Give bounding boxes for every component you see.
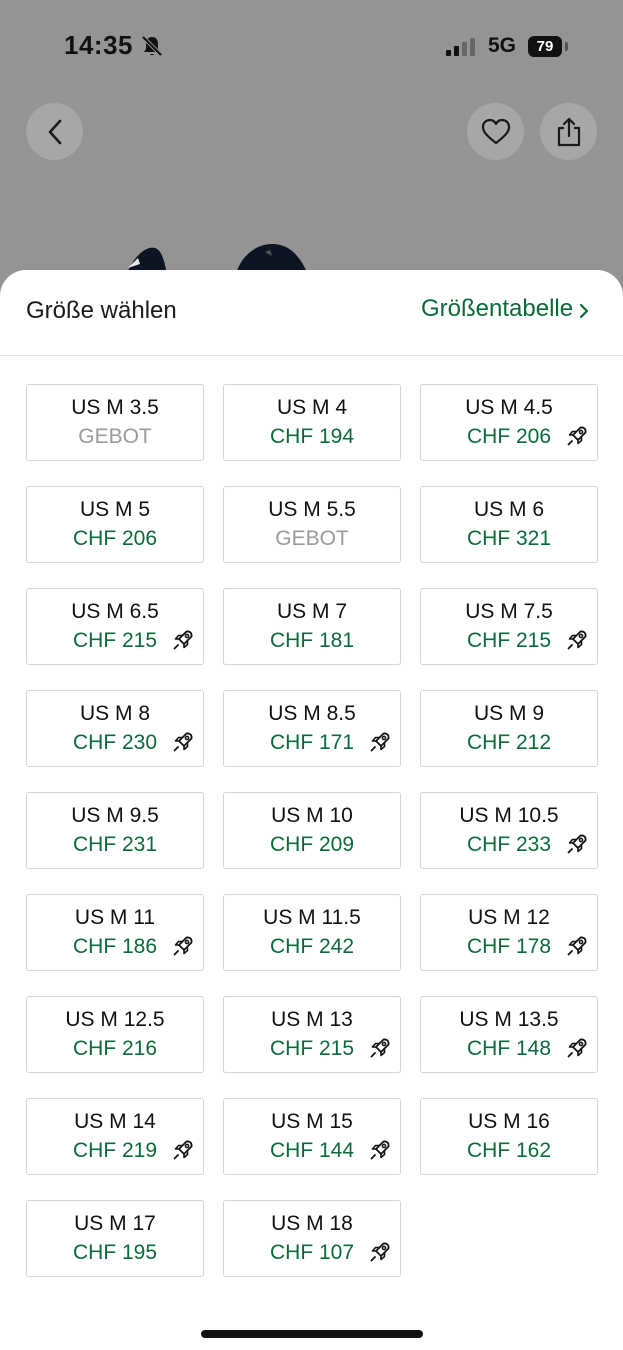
size-option[interactable]: US M 6 CHF 321 [420,486,598,563]
size-label: US M 15 [271,1110,353,1133]
rocket-icon [567,936,587,956]
size-label: US M 14 [74,1110,156,1133]
size-label: US M 10 [271,804,353,827]
size-option[interactable]: US M 9 CHF 212 [420,690,598,767]
size-option[interactable]: US M 15 CHF 144 [223,1098,401,1175]
price-label: CHF 231 [72,833,158,856]
bid-label: GEBOT [78,425,152,448]
size-option[interactable]: US M 11.5 CHF 242 [223,894,401,971]
price-label: CHF 216 [72,1037,158,1060]
signal-icon [446,38,475,56]
size-label: US M 17 [74,1212,156,1235]
battery-cap [565,42,568,51]
size-label: US M 12 [468,906,550,929]
size-label: US M 18 [271,1212,353,1235]
size-label: US M 8.5 [268,702,356,725]
back-button[interactable] [26,103,83,160]
size-option[interactable]: US M 12.5 CHF 216 [26,996,204,1073]
size-option[interactable]: US M 9.5 CHF 231 [26,792,204,869]
price-label: CHF 242 [269,935,355,958]
size-label: US M 3.5 [71,396,159,419]
size-option[interactable]: US M 10.5 CHF 233 [420,792,598,869]
size-option[interactable]: US M 4 CHF 194 [223,384,401,461]
size-label: US M 13 [271,1008,353,1031]
size-label: US M 7 [276,600,347,623]
size-option[interactable]: US M 7.5 CHF 215 [420,588,598,665]
size-label: US M 12.5 [65,1008,165,1031]
size-option[interactable]: US M 11 CHF 186 [26,894,204,971]
size-grid: US M 3.5 GEBOT US M 4 CHF 194 US M 4.5 CHF 20… [26,384,598,1277]
size-option[interactable]: US M 3.5 GEBOT [26,384,204,461]
rocket-icon [567,630,587,650]
size-label: US M 5.5 [268,498,356,521]
size-label: US M 4 [276,396,347,419]
rocket-icon [567,1038,587,1058]
sheet-title: Größe wählen [26,297,177,324]
price-label: CHF 321 [466,527,552,550]
network-label: 5G [488,34,517,57]
size-label: US M 13.5 [459,1008,559,1031]
size-label: US M 7.5 [465,600,553,623]
size-option[interactable]: US M 13.5 CHF 148 [420,996,598,1073]
size-option[interactable]: US M 12 CHF 178 [420,894,598,971]
price-label: CHF 181 [269,629,355,652]
heart-icon [481,118,510,144]
size-option[interactable]: US M 8 CHF 230 [26,690,204,767]
rocket-icon [370,1038,390,1058]
sheet-header: Größe wählen Größentabelle [0,270,623,356]
size-chart-label: Größentabelle [421,295,574,322]
size-option[interactable]: US M 5.5 GEBOT [223,486,401,563]
rocket-icon [370,1242,390,1262]
size-label: US M 11 [74,906,156,929]
size-option[interactable]: US M 14 CHF 219 [26,1098,204,1175]
price-label: CHF 209 [269,833,355,856]
size-option[interactable]: US M 10 CHF 209 [223,792,401,869]
rocket-icon [370,1140,390,1160]
size-label: US M 9.5 [71,804,159,827]
status-time: 14:35 [64,30,133,60]
size-label: US M 10.5 [459,804,559,827]
size-option[interactable]: US M 5 CHF 206 [26,486,204,563]
rocket-icon [567,834,587,854]
size-option[interactable]: US M 18 CHF 107 [223,1200,401,1277]
chevron-right-icon [579,303,589,319]
rocket-icon [173,936,193,956]
size-label: US M 11.5 [263,906,361,929]
size-label: US M 6.5 [71,600,159,623]
price-label: CHF 195 [72,1241,158,1264]
bell-muted-icon [141,35,163,57]
size-option[interactable]: US M 16 CHF 162 [420,1098,598,1175]
price-label: CHF 206 [72,527,158,550]
size-option[interactable]: US M 4.5 CHF 206 [420,384,598,461]
size-option[interactable]: US M 7 CHF 181 [223,588,401,665]
share-button[interactable] [540,103,597,160]
size-option[interactable]: US M 8.5 CHF 171 [223,690,401,767]
home-indicator [201,1330,423,1338]
rocket-icon [173,1140,193,1160]
price-label: CHF 162 [466,1139,552,1162]
size-label: US M 8 [79,702,150,725]
size-option[interactable]: US M 17 CHF 195 [26,1200,204,1277]
size-label: US M 6 [473,498,544,521]
price-label: CHF 212 [466,731,552,754]
rocket-icon [567,426,587,446]
battery-indicator: 79 [528,36,562,57]
favorite-button[interactable] [467,103,524,160]
rocket-icon [173,732,193,752]
share-icon [557,117,580,146]
chevron-left-icon [48,119,61,144]
size-label: US M 16 [468,1110,550,1133]
size-option[interactable]: US M 6.5 CHF 215 [26,588,204,665]
rocket-icon [370,732,390,752]
size-label: US M 9 [473,702,544,725]
size-label: US M 4.5 [465,396,553,419]
price-label: CHF 194 [269,425,355,448]
rocket-icon [173,630,193,650]
size-chart-link[interactable]: Größentabelle [421,295,590,323]
size-option[interactable]: US M 13 CHF 215 [223,996,401,1073]
bid-label: GEBOT [275,527,349,550]
status-bar: 14:35 5G 79 [0,0,623,94]
size-label: US M 5 [79,498,150,521]
size-selection-sheet: Größe wählen Größentabelle US M 3.5 GEBOT… [0,270,623,1350]
